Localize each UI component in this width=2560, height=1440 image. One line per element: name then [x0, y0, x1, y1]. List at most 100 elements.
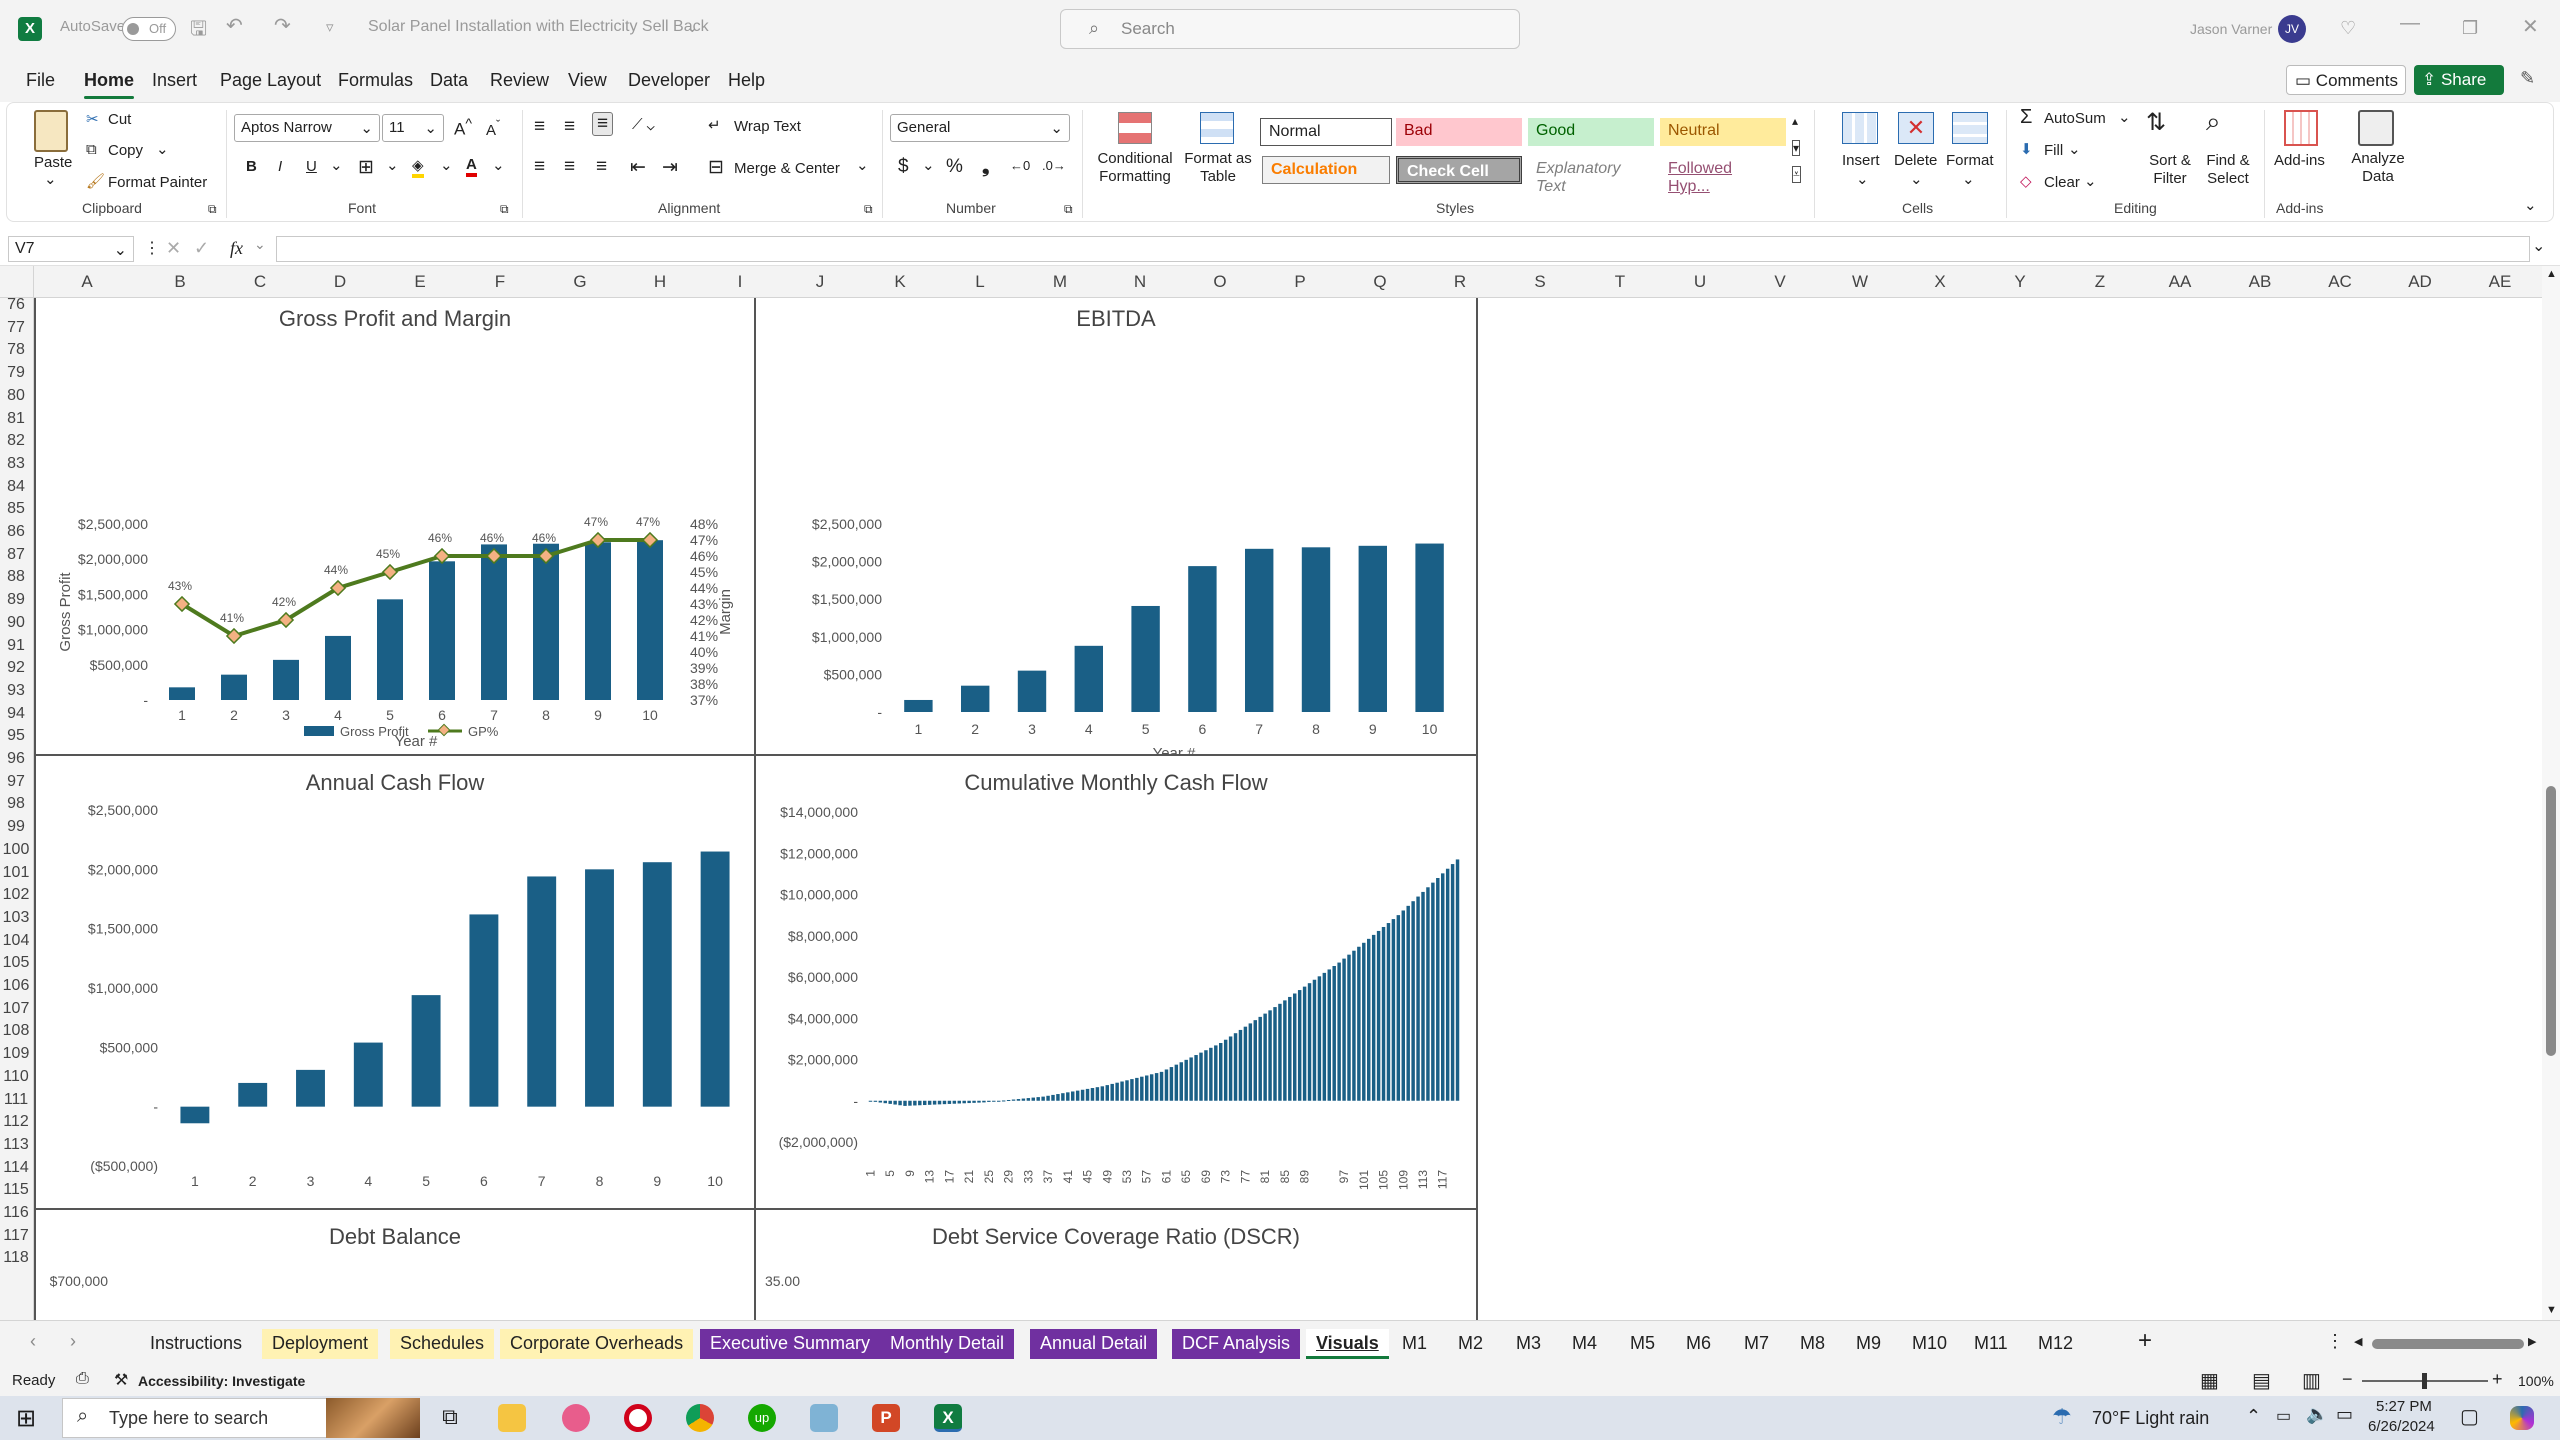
underline-chevron-icon[interactable]: ⌄	[330, 156, 343, 174]
avatar[interactable]: JV	[2278, 15, 2306, 43]
sheet-tab[interactable]: M1	[1392, 1329, 1438, 1359]
tab-prev-icon[interactable]: ‹	[30, 1331, 36, 1352]
save-icon[interactable]: 🖫	[190, 14, 207, 48]
sheet-tab[interactable]: Corporate Overheads	[500, 1329, 694, 1359]
row-header[interactable]: 108	[0, 1022, 32, 1040]
cut-icon[interactable]: ✂	[86, 110, 99, 128]
column-header[interactable]: Y	[1980, 272, 2060, 292]
insert-function-icon[interactable]: fx	[230, 238, 243, 259]
more-icon[interactable]: ⋮	[144, 238, 160, 258]
style-explanatory[interactable]: Explanatory Text	[1528, 156, 1654, 195]
pen-icon[interactable]: ✎	[2520, 68, 2535, 89]
column-header[interactable]: E	[380, 272, 460, 292]
row-header[interactable]: 97	[0, 773, 32, 791]
column-header[interactable]: L	[940, 272, 1020, 292]
row-header[interactable]: 99	[0, 818, 32, 836]
autosum-button[interactable]: AutoSum	[2044, 110, 2106, 127]
row-header[interactable]: 81	[0, 410, 32, 428]
comma-icon[interactable]: ❟	[982, 156, 989, 178]
tab-options-icon[interactable]: ⋮	[2326, 1331, 2344, 1352]
sheet-tab[interactable]: Executive Summary	[700, 1329, 881, 1359]
add-ins-button[interactable]: Add-ins	[2274, 152, 2325, 169]
column-header[interactable]: B	[140, 272, 220, 292]
volume-icon[interactable]: 🔈	[2306, 1404, 2328, 1425]
menu-page-layout[interactable]: Page Layout	[220, 70, 321, 91]
styles-scroll-down-icon[interactable]: ▾	[1792, 140, 1801, 156]
network-icon[interactable]: ▭	[2336, 1404, 2353, 1425]
row-header[interactable]: 114	[0, 1159, 32, 1177]
align-left-icon[interactable]: ≡	[534, 156, 545, 178]
expand-formula-icon[interactable]: ⌄	[2532, 236, 2545, 256]
copy-button[interactable]: Copy	[108, 142, 143, 159]
zoom-slider[interactable]	[2362, 1373, 2488, 1389]
lightbulb-icon[interactable]: ♡	[2340, 18, 2356, 39]
paste-button[interactable]: Paste	[34, 154, 72, 171]
style-bad[interactable]: Bad	[1396, 118, 1522, 146]
paste-icon[interactable]	[34, 110, 68, 152]
weather-icon[interactable]: ☂	[2052, 1404, 2072, 1430]
row-header[interactable]: 111	[0, 1091, 32, 1109]
page-layout-view-icon[interactable]: ▤	[2252, 1368, 2271, 1393]
wrap-text-button[interactable]: Wrap Text	[734, 118, 801, 135]
column-header[interactable]: J	[780, 272, 860, 292]
chart-cumulative-monthly-cash-flow[interactable]: Cumulative Monthly Cash Flow ($2,000,000…	[754, 754, 1478, 1228]
find-select-button[interactable]: Find & Select	[2198, 152, 2258, 188]
powerpoint-icon[interactable]: P	[872, 1404, 900, 1432]
row-header[interactable]: 76	[0, 298, 32, 314]
number-launcher-icon[interactable]: ⧉	[1064, 202, 1073, 217]
sheet-tab[interactable]: M4	[1562, 1329, 1608, 1359]
formula-input[interactable]	[276, 236, 2530, 262]
style-calculation[interactable]: Calculation	[1262, 156, 1390, 184]
name-box[interactable]: V7 ⌄	[8, 236, 134, 262]
column-header[interactable]: S	[1500, 272, 1580, 292]
clear-chevron-icon[interactable]: ⌄	[2084, 172, 2097, 190]
menu-home[interactable]: Home	[84, 70, 135, 99]
row-header[interactable]: 78	[0, 341, 32, 359]
row-header[interactable]: 96	[0, 750, 32, 768]
menu-file[interactable]: File	[26, 70, 55, 91]
sheet-tab[interactable]: Instructions	[140, 1329, 253, 1359]
row-header[interactable]: 101	[0, 864, 32, 882]
sheet-tab[interactable]: M8	[1790, 1329, 1836, 1359]
row-header[interactable]: 106	[0, 977, 32, 995]
row-header[interactable]: 87	[0, 546, 32, 564]
scroll-up-icon[interactable]: ▲	[2546, 268, 2557, 280]
column-header[interactable]: M	[1020, 272, 1100, 292]
row-header[interactable]: 89	[0, 591, 32, 609]
borders-chevron-icon[interactable]: ⌄	[386, 156, 399, 174]
add-sheet-icon[interactable]: +	[2138, 1327, 2152, 1355]
delete-cells-icon[interactable]: ✕	[1898, 112, 1934, 144]
column-header[interactable]: V	[1740, 272, 1820, 292]
scroll-down-icon[interactable]: ▼	[2546, 1304, 2557, 1316]
increase-indent-icon[interactable]: ⇥	[662, 156, 678, 179]
column-header[interactable]: F	[460, 272, 540, 292]
sheet-tab[interactable]: M10	[1902, 1329, 1958, 1359]
borders-icon[interactable]: ⊞	[358, 156, 374, 179]
chrome-icon[interactable]	[686, 1404, 714, 1432]
row-header[interactable]: 93	[0, 682, 32, 700]
row-header[interactable]: 105	[0, 954, 32, 972]
comments-button[interactable]: ▭ Comments	[2286, 65, 2406, 95]
sheet-tab[interactable]: M6	[1676, 1329, 1722, 1359]
styles-more-icon[interactable]: ⩡	[1792, 166, 1801, 183]
decrease-font-icon[interactable]: Aˇ	[486, 118, 500, 139]
column-header[interactable]: N	[1100, 272, 1180, 292]
snipping-tool-icon[interactable]	[562, 1404, 590, 1432]
opera-icon[interactable]	[624, 1404, 652, 1432]
conditional-formatting-icon[interactable]	[1118, 112, 1152, 144]
taskbar-search[interactable]: ⌕ Type here to search	[62, 1398, 362, 1438]
restore-icon[interactable]: ❐	[2462, 18, 2478, 39]
column-header[interactable]: I	[700, 272, 780, 292]
sheet-tab[interactable]: M7	[1734, 1329, 1780, 1359]
delete-cells-button[interactable]: Delete	[1894, 152, 1937, 169]
chart-gross-profit-margin[interactable]: Gross Profit and Margin - $500,000 $1,000,…	[34, 298, 756, 756]
accessibility-status[interactable]: Accessibility: Investigate	[138, 1373, 305, 1389]
row-header[interactable]: 95	[0, 727, 32, 745]
sheet-tab[interactable]: Monthly Detail	[880, 1329, 1015, 1359]
enter-icon[interactable]: ✓	[194, 238, 209, 259]
windows-start-icon[interactable]: ⊞	[16, 1404, 36, 1433]
number-format-select[interactable]: General ⌄	[890, 114, 1070, 142]
align-bottom-icon[interactable]: ≡	[592, 112, 614, 136]
sheet-tab[interactable]: DCF Analysis	[1172, 1329, 1301, 1359]
fx-chevron-icon[interactable]: ⌄	[254, 236, 266, 253]
